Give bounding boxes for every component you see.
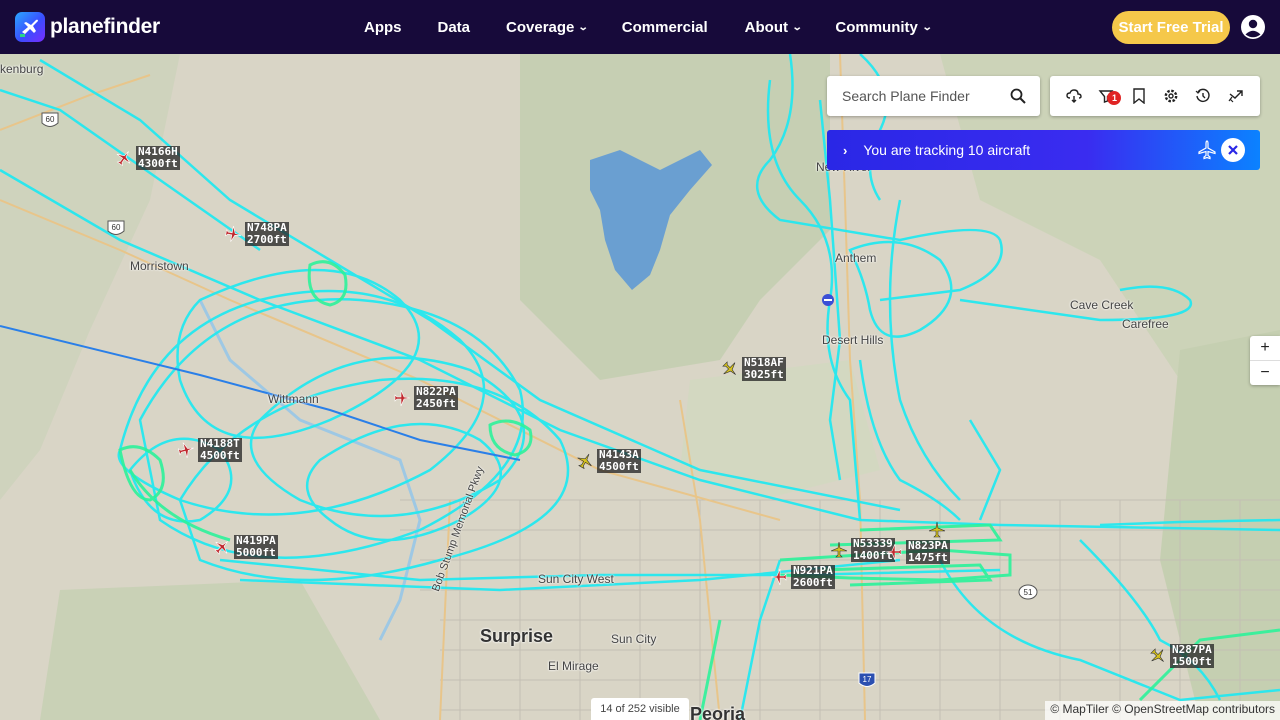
place-label: Cave Creek: [1070, 298, 1134, 312]
place-label: Peoria: [690, 704, 746, 720]
nav-coverage-label: Coverage: [506, 18, 575, 36]
nav-coverage[interactable]: Coverage ⌄: [506, 18, 590, 36]
aircraft-label: N921PA 2600ft: [791, 564, 835, 589]
aircraft-label: N4143A 4500ft: [597, 448, 641, 473]
nav-commercial-label: Commercial: [621, 18, 708, 36]
search-input[interactable]: [842, 88, 1002, 104]
close-tracking-button[interactable]: [1221, 138, 1245, 162]
aircraft-marker[interactable]: N823PA 1475ft: [886, 540, 950, 564]
search-icon[interactable]: [1010, 88, 1026, 104]
bookmark-icon[interactable]: [1129, 86, 1149, 106]
start-free-trial-button[interactable]: Start Free Trial: [1112, 11, 1230, 44]
aircraft-marker[interactable]: N4188T 4500ft: [178, 438, 242, 462]
nav-apps[interactable]: Apps: [364, 19, 402, 36]
route-shield-label: 51: [1024, 588, 1033, 597]
brand-name: planefinder: [50, 15, 160, 38]
zoom-in-button[interactable]: +: [1250, 336, 1280, 360]
plane-icon: [214, 541, 228, 555]
plane-icon: [394, 390, 410, 406]
chevron-down-icon: ⌄: [578, 21, 590, 33]
close-icon: [1228, 145, 1238, 155]
chevron-down-icon: ⌄: [921, 21, 933, 33]
plane-icon: [178, 442, 194, 458]
tracking-text: You are tracking 10 aircraft: [863, 142, 1031, 158]
plane-icon: [886, 544, 902, 560]
nav-apps-label: Apps: [364, 18, 402, 36]
nav-about-label: About: [744, 18, 788, 36]
aircraft-marker[interactable]: N921PA 2600ft: [771, 565, 835, 589]
plane-icon: [831, 542, 847, 558]
plane-icon: [116, 151, 131, 166]
place-label: kenburg: [0, 62, 44, 76]
route-shield-label: 60: [112, 223, 121, 232]
aircraft-label: N4166H 4300ft: [136, 145, 180, 170]
plane-icon: [722, 361, 736, 375]
map-toolbar: 1: [1050, 76, 1260, 116]
top-navigation-bar: planefinder Apps Data Coverage ⌄ Commerci…: [0, 0, 1280, 54]
logo-plane-icon: [15, 12, 45, 42]
search-box: [827, 76, 1040, 116]
aircraft-label: N419PA 5000ft: [234, 534, 278, 559]
planefinder-logo[interactable]: planefinder: [15, 12, 160, 42]
nav-community-label: Community: [835, 18, 918, 36]
user-account-icon[interactable]: [1241, 15, 1265, 39]
weather-icon[interactable]: [1064, 86, 1084, 106]
plane-icon[interactable]: [929, 522, 945, 538]
filter-icon[interactable]: 1: [1096, 86, 1122, 106]
aircraft-marker[interactable]: N748PA 2700ft: [225, 222, 289, 246]
airplane-icon: [1198, 140, 1216, 160]
aircraft-label: N822PA 2450ft: [414, 385, 458, 410]
zoom-controls: + −: [1250, 336, 1280, 385]
place-label: Anthem: [835, 251, 877, 265]
aircraft-label: N823PA 1475ft: [906, 539, 950, 564]
visible-aircraft-count: 14 of 252 visible: [591, 698, 689, 720]
main-nav: Apps Data Coverage ⌄ Commercial About ⌄ Co…: [364, 0, 933, 54]
filter-count-badge: 1: [1107, 91, 1122, 105]
nav-data-label: Data: [437, 18, 471, 36]
nav-about[interactable]: About ⌄: [744, 18, 803, 36]
tracking-banner[interactable]: › You are tracking 10 aircraft: [827, 130, 1260, 170]
place-label: El Mirage: [548, 659, 599, 673]
place-label: Sun City West: [538, 572, 614, 586]
aircraft-marker[interactable]: N287PA 1500ft: [1150, 644, 1214, 668]
nav-data[interactable]: Data: [438, 19, 471, 36]
place-label: Sun City: [611, 632, 657, 646]
aircraft-label: N518AF 3025ft: [742, 356, 786, 381]
map-attribution[interactable]: © MapTiler © OpenStreetMap contributors: [1045, 701, 1280, 720]
plane-icon: [225, 226, 241, 242]
plane-icon: [1150, 648, 1164, 662]
layers-icon[interactable]: [1226, 86, 1246, 106]
aircraft-marker[interactable]: N518AF 3025ft: [722, 357, 786, 381]
place-label: Morristown: [130, 259, 189, 273]
aircraft-marker[interactable]: N4166H 4300ft: [116, 146, 180, 170]
plane-icon: [577, 453, 592, 469]
settings-icon[interactable]: [1161, 86, 1181, 106]
chevron-right-icon[interactable]: ›: [843, 143, 847, 158]
chevron-down-icon: ⌄: [791, 21, 803, 33]
aircraft-label: N4188T 4500ft: [198, 437, 242, 462]
place-label: Desert Hills: [822, 333, 884, 347]
zoom-out-button[interactable]: −: [1250, 360, 1280, 384]
place-label: Wittmann: [268, 392, 319, 406]
place-label: Carefree: [1122, 317, 1169, 331]
aircraft-label: N287PA 1500ft: [1170, 643, 1214, 668]
history-icon[interactable]: [1193, 86, 1213, 106]
plane-icon: [771, 569, 787, 585]
aircraft-marker[interactable]: N822PA 2450ft: [394, 386, 458, 410]
nav-commercial[interactable]: Commercial: [622, 19, 708, 36]
route-shield-label: 60: [46, 115, 55, 124]
aircraft-marker[interactable]: N419PA 5000ft: [214, 535, 278, 559]
nav-community[interactable]: Community ⌄: [835, 18, 933, 36]
place-label: Surprise: [480, 626, 554, 646]
aircraft-marker[interactable]: N4143A 4500ft: [577, 449, 641, 473]
aircraft-label: N748PA 2700ft: [245, 221, 289, 246]
route-shield-label: 17: [863, 675, 872, 684]
